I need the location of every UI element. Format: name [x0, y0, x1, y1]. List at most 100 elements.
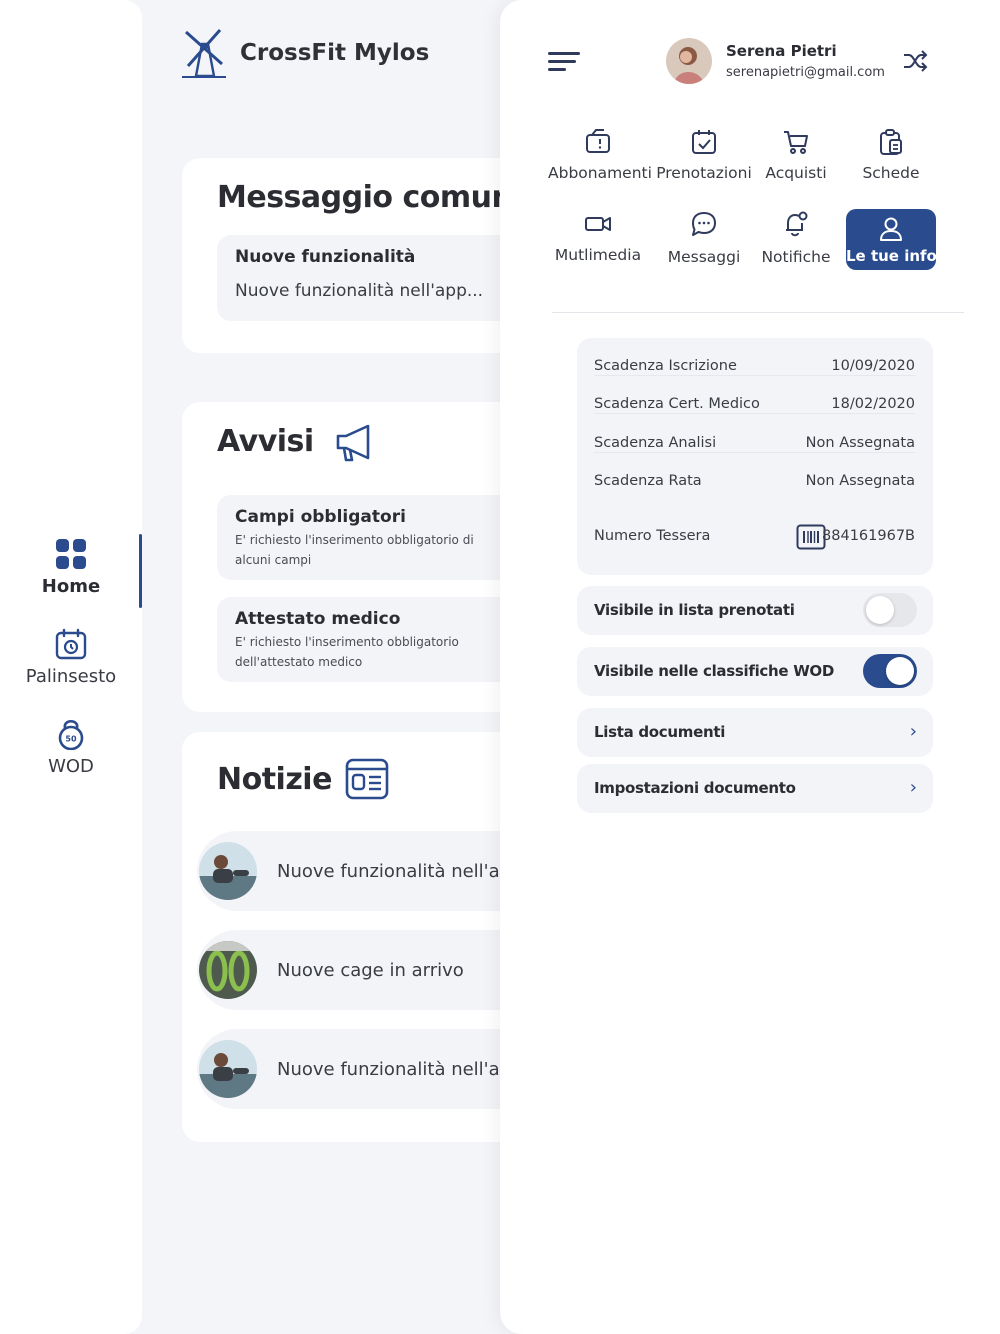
alert-item-title: Attestato medico — [235, 609, 401, 629]
documents-list-label: Lista documenti — [594, 723, 726, 741]
alert-item-title: Campi obbligatori — [235, 507, 406, 527]
menu-purchases-label: Acquisti — [765, 164, 827, 182]
alerts-card: Avvisi Campi obbligatori E' richiesto l'… — [182, 402, 500, 712]
menu-notifications-label: Notifiche — [761, 248, 831, 266]
windmill-icon — [182, 29, 226, 78]
alert-item-desc: E' richiesto l'inserimento obbligatorio … — [235, 533, 474, 567]
hamburger-menu-icon[interactable] — [548, 50, 582, 74]
news-thumbnail — [199, 1040, 257, 1098]
common-message-card: Messaggio comune Nuove funzionalità Nuov… — [182, 158, 500, 353]
chevron-right-icon: › — [909, 721, 917, 742]
info-label: Scadenza Iscrizione — [594, 358, 737, 374]
info-row: Scadenza Analisi Non Assegnata — [594, 415, 915, 453]
newspaper-icon — [345, 758, 389, 800]
common-message-item-text: Nuove funzionalità nell'app... — [235, 281, 484, 301]
nav-schedule-label: Palinsesto — [25, 666, 117, 687]
card-number-value: 884161967B — [822, 528, 915, 544]
visible-wod-toggle[interactable] — [863, 654, 917, 688]
news-item[interactable]: Nuove funzionalità nell'app — [197, 831, 500, 911]
document-settings-label: Impostazioni documento — [594, 779, 796, 797]
nav-home[interactable]: Home — [0, 538, 142, 597]
info-label: Scadenza Cert. Medico — [594, 396, 760, 412]
brand-name: CrossFit Mylos — [240, 40, 430, 66]
document-settings-row[interactable]: Impostazioni documento › — [577, 764, 933, 813]
nav-home-label: Home — [41, 576, 101, 597]
chevron-right-icon: › — [909, 777, 917, 798]
video-camera-icon — [585, 217, 611, 231]
info-row: Scadenza Cert. Medico 18/02/2020 — [594, 376, 915, 414]
nav-schedule[interactable]: Palinsesto — [0, 628, 142, 687]
news-title: Notizie — [217, 762, 332, 797]
common-message-item-title: Nuove funzionalità — [235, 247, 416, 267]
wod-badge: 50 — [65, 735, 77, 744]
alert-item-desc: E' richiesto l'inserimento obbligatorio … — [235, 635, 459, 669]
brand-logo: CrossFit Mylos — [180, 26, 429, 80]
user-icon — [880, 217, 902, 241]
side-nav: Home Palinsesto 50 WOD — [0, 0, 142, 1334]
visible-booked-label: Visibile in lista prenotati — [594, 601, 795, 619]
alert-item[interactable]: Attestato medico E' richiesto l'inserime… — [217, 597, 500, 682]
calendar-clock-icon — [55, 628, 87, 660]
megaphone-icon — [336, 424, 370, 462]
menu-notifications[interactable]: Notifiche — [746, 210, 846, 266]
shuffle-icon[interactable] — [902, 48, 928, 74]
news-thumbnail — [199, 941, 257, 999]
menu-multimedia-label: Mutlimedia — [554, 246, 642, 264]
grid-icon — [56, 539, 86, 569]
news-text: Nuove funzionalità nell'app — [277, 1059, 500, 1080]
info-label: Scadenza Analisi — [594, 435, 717, 451]
info-value: 18/02/2020 — [831, 396, 915, 412]
info-value: Non Assegnata — [805, 473, 915, 489]
menu-sheets[interactable]: Schede — [841, 128, 941, 182]
avatar[interactable] — [666, 38, 712, 84]
info-row: Scadenza Rata Non Assegnata — [594, 453, 915, 491]
clipboard-icon — [880, 129, 902, 155]
info-label: Scadenza Rata — [594, 473, 702, 489]
cart-icon — [784, 131, 808, 154]
nav-wod[interactable]: 50 WOD — [0, 716, 142, 777]
menu-bookings-label: Prenotazioni — [656, 164, 752, 182]
menu-bookings[interactable]: Prenotazioni — [654, 128, 754, 182]
info-value: Non Assegnata — [805, 435, 915, 451]
card-alert-icon — [586, 129, 610, 153]
menu-subscriptions[interactable]: Abbonamenti — [548, 128, 652, 182]
membership-info: Scadenza Iscrizione 10/09/2020 Scadenza … — [577, 338, 933, 575]
news-item[interactable]: Nuove funzionalità nell'app — [197, 1029, 500, 1109]
menu-sheets-label: Schede — [862, 164, 920, 182]
menu-multimedia[interactable]: Mutlimedia — [548, 210, 648, 264]
news-item[interactable]: Nuove cage in arrivo — [197, 930, 500, 1010]
card-number-label: Numero Tessera — [594, 528, 711, 544]
news-card: Notizie Nuove funzionalità nell'app Nuov… — [182, 732, 500, 1142]
calendar-check-icon — [692, 130, 716, 154]
visible-booked-option: Visibile in lista prenotati — [577, 586, 933, 635]
home-feed: CrossFit Mylos Messaggio comune Nuove fu… — [142, 0, 500, 1334]
visible-booked-toggle[interactable] — [863, 593, 917, 627]
menu-your-info[interactable]: Le tue info — [846, 209, 937, 270]
nav-wod-label: WOD — [48, 756, 94, 777]
info-value: 10/09/2020 — [831, 358, 915, 374]
menu-subscriptions-label: Abbonamenti — [548, 164, 652, 182]
user-name: Serena Pietri — [726, 42, 837, 60]
menu-messages-label: Messaggi — [667, 248, 741, 266]
profile-panel: Serena Pietri serenapietri@gmail.com Abb… — [500, 0, 1000, 1334]
common-message-title: Messaggio comune — [217, 180, 500, 215]
kettlebell-icon: 50 — [58, 719, 84, 750]
news-text: Nuove funzionalità nell'app — [277, 861, 500, 882]
menu-your-info-label: Le tue info — [846, 247, 937, 265]
news-text: Nuove cage in arrivo — [277, 960, 464, 981]
menu-purchases[interactable]: Acquisti — [746, 128, 846, 182]
chat-bubble-icon — [692, 212, 716, 236]
documents-list-row[interactable]: Lista documenti › — [577, 708, 933, 757]
news-thumbnail — [199, 842, 257, 900]
app-root: Home Palinsesto 50 WOD CrossFit Mylos Me… — [0, 0, 1000, 1334]
alert-item[interactable]: Campi obbligatori E' richiesto l'inserim… — [217, 495, 500, 580]
user-email: serenapietri@gmail.com — [726, 65, 885, 80]
info-row: Scadenza Iscrizione 10/09/2020 — [594, 338, 915, 376]
menu-messages[interactable]: Messaggi — [654, 210, 754, 266]
visible-wod-option: Visibile nelle classifiche WOD — [577, 647, 933, 696]
alerts-title: Avvisi — [217, 424, 314, 459]
common-message-item[interactable]: Nuove funzionalità Nuove funzionalità ne… — [217, 235, 500, 321]
visible-wod-label: Visibile nelle classifiche WOD — [594, 662, 835, 680]
bell-icon — [786, 211, 808, 237]
divider — [552, 312, 964, 313]
